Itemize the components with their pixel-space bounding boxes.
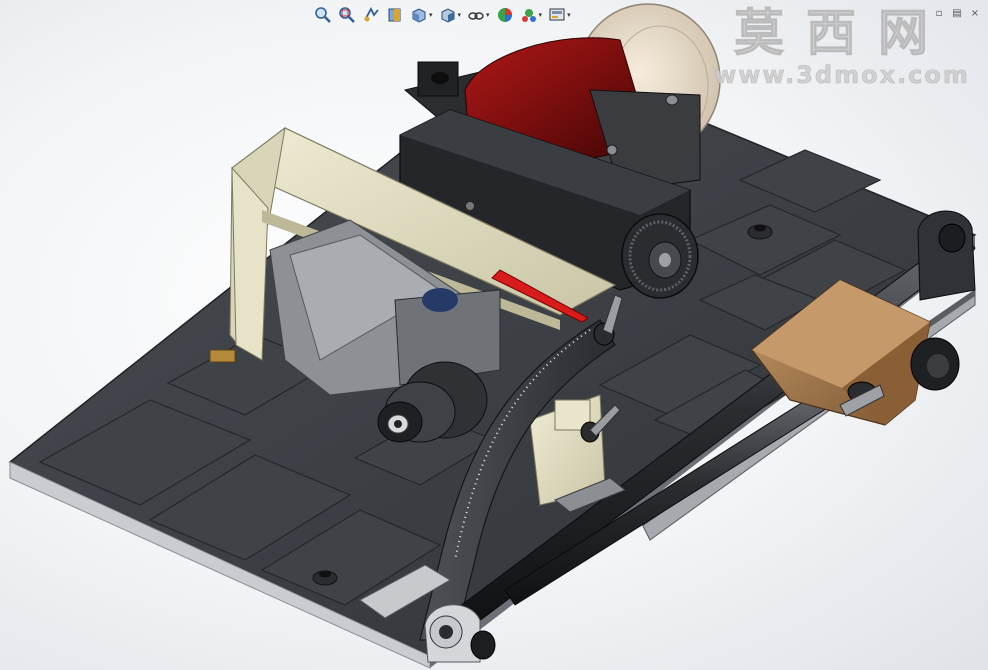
apply-scene-button[interactable]: ▾ <box>518 5 545 25</box>
dropdown-caret-icon[interactable]: ▾ <box>429 12 433 19</box>
graphics-area[interactable]: ▾ ▾ ▾ ▾ ▾ ▫ ▤ × 莫西网 www.3dmox.com <box>0 0 988 670</box>
window-controls: ▫ ▤ × <box>932 6 982 20</box>
display-style-icon <box>439 6 457 24</box>
heads-up-view-toolbar: ▾ ▾ ▾ ▾ ▾ <box>312 4 573 26</box>
view-orientation-button[interactable]: ▾ <box>408 5 435 25</box>
zoom-area-icon <box>338 6 356 24</box>
zoom-to-fit-button[interactable] <box>312 5 334 25</box>
appearance-icon <box>496 6 514 24</box>
dropdown-caret-icon[interactable]: ▾ <box>458 12 462 19</box>
dropdown-caret-icon[interactable]: ▾ <box>486 12 490 19</box>
zoom-fit-icon <box>314 6 332 24</box>
view-settings-icon <box>548 6 566 24</box>
handwheel <box>621 213 699 299</box>
section-view-icon <box>386 6 404 24</box>
zoom-to-area-button[interactable] <box>336 5 358 25</box>
section-view-button[interactable] <box>384 5 406 25</box>
rod-end-bracket <box>917 210 976 301</box>
dropdown-caret-icon[interactable]: ▾ <box>567 12 571 19</box>
3d-model-view[interactable] <box>0 0 988 670</box>
hide-show-icon <box>467 6 485 24</box>
dropdown-caret-icon[interactable]: ▾ <box>539 12 543 19</box>
tile-button[interactable]: ▤ <box>950 6 964 20</box>
display-style-button[interactable]: ▾ <box>437 5 464 25</box>
restore-button[interactable]: ▫ <box>932 6 946 20</box>
hide-show-items-button[interactable]: ▾ <box>465 5 492 25</box>
previous-view-icon <box>362 6 380 24</box>
previous-view-button[interactable] <box>360 5 382 25</box>
view-settings-button[interactable]: ▾ <box>546 5 573 25</box>
scene-icon <box>520 6 538 24</box>
close-button[interactable]: × <box>968 6 982 20</box>
edit-appearance-button[interactable] <box>494 5 516 25</box>
view-orientation-icon <box>410 6 428 24</box>
